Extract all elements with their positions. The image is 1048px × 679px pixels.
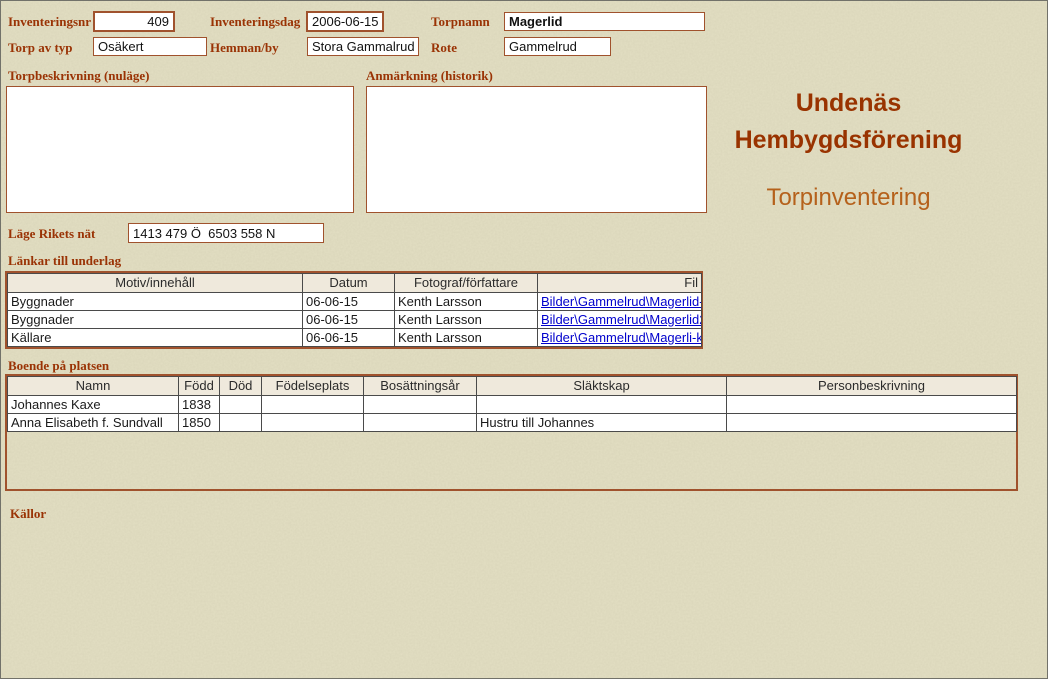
rote-label: Rote bbox=[431, 40, 457, 56]
residents-header-slaktskap: Släktskap bbox=[477, 377, 727, 396]
links-table-row: Källare 06-06-15 Kenth Larsson Bilder\Ga… bbox=[8, 329, 702, 347]
file-link[interactable]: Bilder\Gammelrud\Magerli-k bbox=[541, 330, 702, 345]
rote-input[interactable] bbox=[504, 37, 611, 56]
inventeringsdag-input[interactable] bbox=[306, 11, 384, 32]
link-motiv-cell: Byggnader bbox=[8, 293, 303, 311]
association-title-line2: Hembygdsförening bbox=[701, 122, 996, 159]
link-fil-cell: Bilder\Gammelrud\Magerlid- bbox=[538, 293, 702, 311]
resident-dod-cell bbox=[220, 396, 262, 414]
residents-header-namn: Namn bbox=[8, 377, 179, 396]
residents-section-label: Boende på platsen bbox=[8, 358, 109, 374]
link-motiv-cell: Källare bbox=[8, 329, 303, 347]
lage-rikets-nat-label: Läge Rikets nät bbox=[8, 226, 95, 242]
resident-bosattningsar-cell bbox=[364, 396, 477, 414]
resident-fodd-cell: 1838 bbox=[179, 396, 220, 414]
lage-rikets-nat-input[interactable] bbox=[128, 223, 324, 243]
residents-header-fodd: Född bbox=[179, 377, 220, 396]
links-table: Motiv/innehåll Datum Fotograf/författare… bbox=[7, 273, 702, 347]
links-header-fil: Fil bbox=[538, 274, 702, 293]
torpinventering-form: Inventeringsnr Inventeringsdag Torpnamn … bbox=[0, 0, 1048, 679]
resident-slaktskap-cell bbox=[477, 396, 727, 414]
resident-row: Johannes Kaxe 1838 bbox=[8, 396, 1017, 414]
torp-av-typ-label: Torp av typ bbox=[8, 40, 73, 56]
torpbeskrivning-label: Torpbeskrivning (nuläge) bbox=[8, 68, 149, 84]
resident-bosattningsar-cell bbox=[364, 414, 477, 432]
resident-namn-cell: Anna Elisabeth f. Sundvall bbox=[8, 414, 179, 432]
hemman-by-input[interactable] bbox=[307, 37, 419, 56]
inventeringsdag-label: Inventeringsdag bbox=[210, 14, 300, 30]
torpnamn-label: Torpnamn bbox=[431, 14, 490, 30]
link-fil-cell: Bilder\Gammelrud\Magerlid2 bbox=[538, 311, 702, 329]
links-header-fotograf: Fotograf/författare bbox=[395, 274, 538, 293]
residents-header-dod: Död bbox=[220, 377, 262, 396]
link-datum-cell: 06-06-15 bbox=[303, 329, 395, 347]
resident-personbeskrivning-cell bbox=[727, 396, 1017, 414]
association-title-line1: Undenäs bbox=[701, 85, 996, 122]
links-header-motiv: Motiv/innehåll bbox=[8, 274, 303, 293]
resident-dod-cell bbox=[220, 414, 262, 432]
anmarkning-label: Anmärkning (historik) bbox=[366, 68, 493, 84]
links-header-datum: Datum bbox=[303, 274, 395, 293]
resident-personbeskrivning-cell bbox=[727, 414, 1017, 432]
links-table-row: Byggnader 06-06-15 Kenth Larsson Bilder\… bbox=[8, 311, 702, 329]
links-table-header-row: Motiv/innehåll Datum Fotograf/författare… bbox=[8, 274, 702, 293]
links-section-label: Länkar till underlag bbox=[8, 253, 121, 269]
sources-label: Källor bbox=[10, 506, 46, 522]
resident-row: Anna Elisabeth f. Sundvall 1850 Hustru t… bbox=[8, 414, 1017, 432]
link-motiv-cell: Byggnader bbox=[8, 311, 303, 329]
form-subtitle: Torpinventering bbox=[701, 184, 996, 212]
association-title: Undenäs Hembygdsförening bbox=[701, 85, 996, 159]
resident-fodd-cell: 1850 bbox=[179, 414, 220, 432]
link-datum-cell: 06-06-15 bbox=[303, 311, 395, 329]
link-datum-cell: 06-06-15 bbox=[303, 293, 395, 311]
hemman-by-label: Hemman/by bbox=[210, 40, 279, 56]
anmarkning-textarea[interactable] bbox=[366, 86, 707, 213]
links-table-container: Motiv/innehåll Datum Fotograf/författare… bbox=[5, 271, 703, 349]
inventeringsnr-label: Inventeringsnr bbox=[8, 14, 91, 30]
residents-header-bosattningsar: Bosättningsår bbox=[364, 377, 477, 396]
torpbeskrivning-textarea[interactable] bbox=[6, 86, 354, 213]
resident-namn-cell: Johannes Kaxe bbox=[8, 396, 179, 414]
link-fil-cell: Bilder\Gammelrud\Magerli-k bbox=[538, 329, 702, 347]
residents-table-header-row: Namn Född Död Födelseplats Bosättningsår… bbox=[8, 377, 1017, 396]
inventeringsnr-input[interactable] bbox=[93, 11, 175, 32]
file-link[interactable]: Bilder\Gammelrud\Magerlid- bbox=[541, 294, 702, 309]
link-fotograf-cell: Kenth Larsson bbox=[395, 329, 538, 347]
resident-fodelseplats-cell bbox=[262, 396, 364, 414]
resident-slaktskap-cell: Hustru till Johannes bbox=[477, 414, 727, 432]
links-table-row: Byggnader 06-06-15 Kenth Larsson Bilder\… bbox=[8, 293, 702, 311]
residents-header-fodelseplats: Födelseplats bbox=[262, 377, 364, 396]
link-fotograf-cell: Kenth Larsson bbox=[395, 311, 538, 329]
residents-header-personbeskrivning: Personbeskrivning bbox=[727, 377, 1017, 396]
residents-table-container: Namn Född Död Födelseplats Bosättningsår… bbox=[5, 374, 1018, 491]
file-link[interactable]: Bilder\Gammelrud\Magerlid2 bbox=[541, 312, 702, 327]
torp-av-typ-input[interactable] bbox=[93, 37, 207, 56]
residents-table: Namn Född Död Födelseplats Bosättningsår… bbox=[7, 376, 1017, 432]
resident-fodelseplats-cell bbox=[262, 414, 364, 432]
torpnamn-input[interactable] bbox=[504, 12, 705, 31]
link-fotograf-cell: Kenth Larsson bbox=[395, 293, 538, 311]
